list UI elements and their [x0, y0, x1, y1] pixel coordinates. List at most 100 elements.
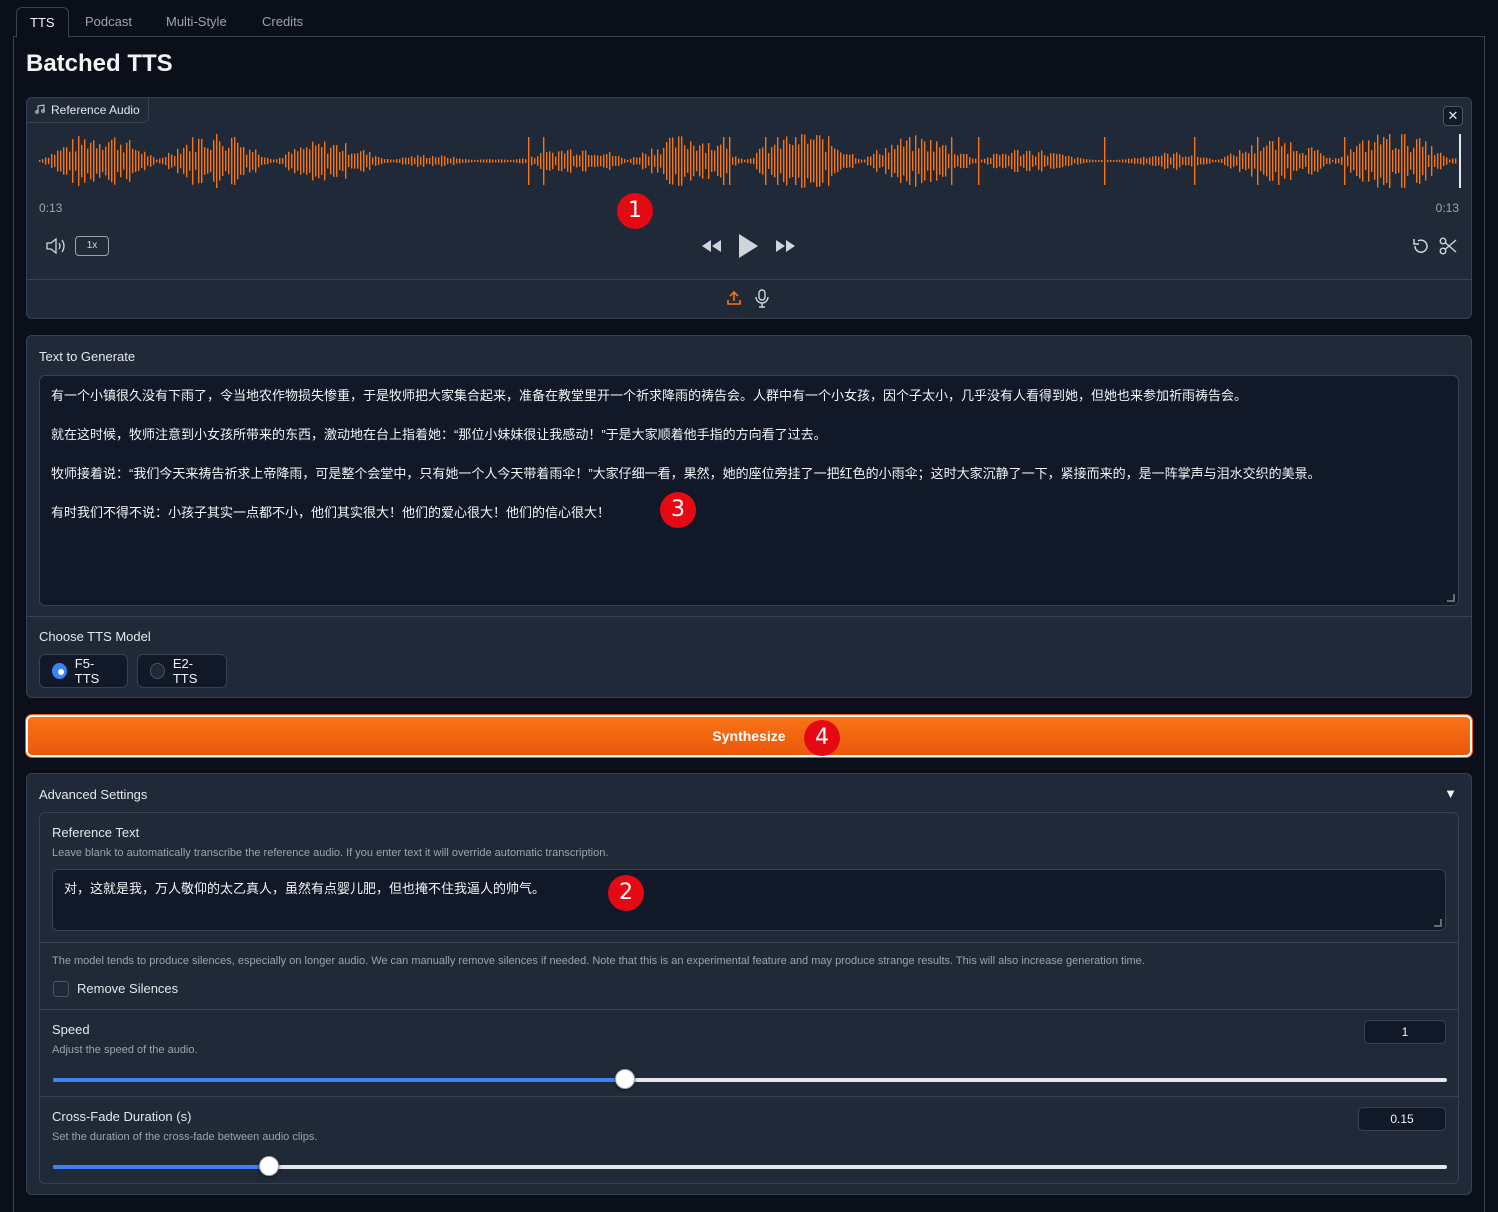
waveform-bar [546, 152, 548, 170]
play-icon[interactable] [736, 232, 760, 265]
waveform-bar [906, 140, 908, 182]
waveform-bar [1089, 159, 1091, 163]
microphone-icon[interactable] [754, 289, 770, 313]
tab-credits[interactable]: Credits [249, 7, 316, 37]
waveform-bar [507, 159, 509, 163]
waveform-bar [513, 159, 515, 163]
annotation-marker: 3 [660, 492, 696, 528]
waveform-bar [1140, 157, 1142, 165]
waveform-bar [777, 137, 779, 185]
waveform-bar [813, 139, 815, 183]
waveform-bar [588, 155, 590, 167]
advanced-settings-toggle[interactable]: Advanced Settings [39, 787, 147, 802]
waveform-bar [891, 144, 893, 178]
waveform-bar [1266, 145, 1268, 177]
waveform-bar [174, 155, 176, 167]
waveform-bar [837, 149, 839, 173]
waveform-bar [867, 156, 869, 166]
waveform-bar [966, 154, 968, 168]
waveform-bar [198, 138, 200, 184]
waveform-bar [1368, 140, 1370, 182]
text-to-generate-input[interactable]: 有一个小镇很久没有下雨了，令当地农作物损失惨重，于是牧师把大家集合起来，准备在教… [39, 375, 1459, 606]
waveform-bar [1071, 156, 1073, 166]
waveform-bar [159, 158, 161, 164]
waveform-bar [1437, 153, 1439, 169]
rewind-icon[interactable] [699, 237, 723, 260]
waveform-bar [1248, 153, 1250, 169]
tab-multi-style[interactable]: Multi-Style [153, 7, 240, 37]
waveform-bar [1305, 155, 1307, 167]
speed-slider[interactable] [53, 1069, 1447, 1089]
crossfade-slider[interactable] [53, 1156, 1447, 1176]
speed-slider-thumb[interactable] [614, 1069, 635, 1089]
resize-handle[interactable] [1434, 919, 1442, 927]
waveform-bar [480, 159, 482, 163]
resize-handle[interactable] [1447, 594, 1455, 602]
waveform-bar [291, 153, 293, 169]
fast-forward-icon[interactable] [774, 237, 798, 260]
divider [40, 1096, 1458, 1097]
waveform-bar [102, 149, 104, 173]
waveform-bar [1014, 150, 1016, 172]
tab-tts[interactable]: TTS [16, 7, 69, 38]
waveform-bar [732, 157, 734, 165]
waveform-bar [597, 155, 599, 167]
waveform-bar [858, 158, 860, 164]
waveform-bar [558, 151, 560, 171]
volume-icon[interactable] [45, 237, 67, 260]
scissors-icon[interactable] [1438, 236, 1458, 261]
waveform-bar [492, 159, 494, 163]
crossfade-number-input[interactable]: 0.15 [1358, 1107, 1446, 1131]
playhead-cursor[interactable] [1459, 134, 1461, 188]
speed-number-input[interactable]: 1 [1364, 1020, 1446, 1044]
waveform-bar [1278, 137, 1280, 185]
waveform-bar [627, 159, 629, 163]
waveform-bar [909, 137, 911, 185]
waveform-bar [1242, 153, 1244, 169]
playback-speed-button[interactable]: 1x [75, 236, 109, 256]
waveform-bar [129, 140, 131, 182]
synthesize-button[interactable]: Synthesize [25, 714, 1473, 758]
waveform-bar [255, 149, 257, 173]
upload-icon[interactable] [725, 289, 743, 312]
waveform-bar [1389, 134, 1391, 188]
waveform-bar [279, 157, 281, 165]
clear-audio-button[interactable]: ✕ [1443, 106, 1463, 126]
waveform-bar [573, 155, 575, 167]
collapse-triangle-icon[interactable]: ▼ [1444, 786, 1457, 801]
waveform-bar [1239, 150, 1241, 172]
waveform-bar [636, 157, 638, 165]
radio-f5-tts[interactable]: F5-TTS [39, 654, 128, 688]
waveform-bar [1227, 155, 1229, 167]
crossfade-slider-thumb[interactable] [259, 1156, 280, 1176]
waveform-bar [1155, 155, 1157, 167]
waveform[interactable] [39, 134, 1461, 188]
waveform-bar [180, 153, 182, 169]
waveform-bar [834, 148, 836, 174]
radio-e2-tts[interactable]: E2-TTS [137, 654, 227, 688]
advanced-settings-body: Reference Text Leave blank to automatica… [39, 812, 1459, 1184]
waveform-bar [1149, 157, 1151, 165]
waveform-bar [1164, 152, 1166, 170]
waveform-bar [807, 143, 809, 179]
waveform-bar [1203, 157, 1205, 165]
waveform-bar [1365, 152, 1367, 170]
waveform-bar [1404, 134, 1406, 188]
remove-silences-checkbox[interactable] [53, 981, 69, 997]
divider [27, 279, 1471, 280]
waveform-bar [99, 144, 101, 178]
waveform-bar [330, 147, 332, 175]
waveform-bar [756, 152, 758, 170]
tab-podcast[interactable]: Podcast [72, 7, 145, 37]
waveform-bar [921, 138, 923, 184]
waveform-bar [1374, 142, 1376, 180]
waveform-bar [843, 154, 845, 168]
waveform-bar [537, 156, 539, 166]
reference-text-input[interactable]: 对，这就是我，万人敬仰的太乙真人，虽然有点婴儿肥，但也掩不住我逼人的帅气。 [52, 869, 1446, 931]
waveform-bar [108, 142, 110, 180]
speed-slider-fill [53, 1078, 625, 1082]
waveform-bar [1380, 144, 1382, 178]
waveform-bar [96, 148, 98, 174]
undo-icon[interactable] [1411, 236, 1431, 261]
waveform-bar [1161, 155, 1163, 167]
